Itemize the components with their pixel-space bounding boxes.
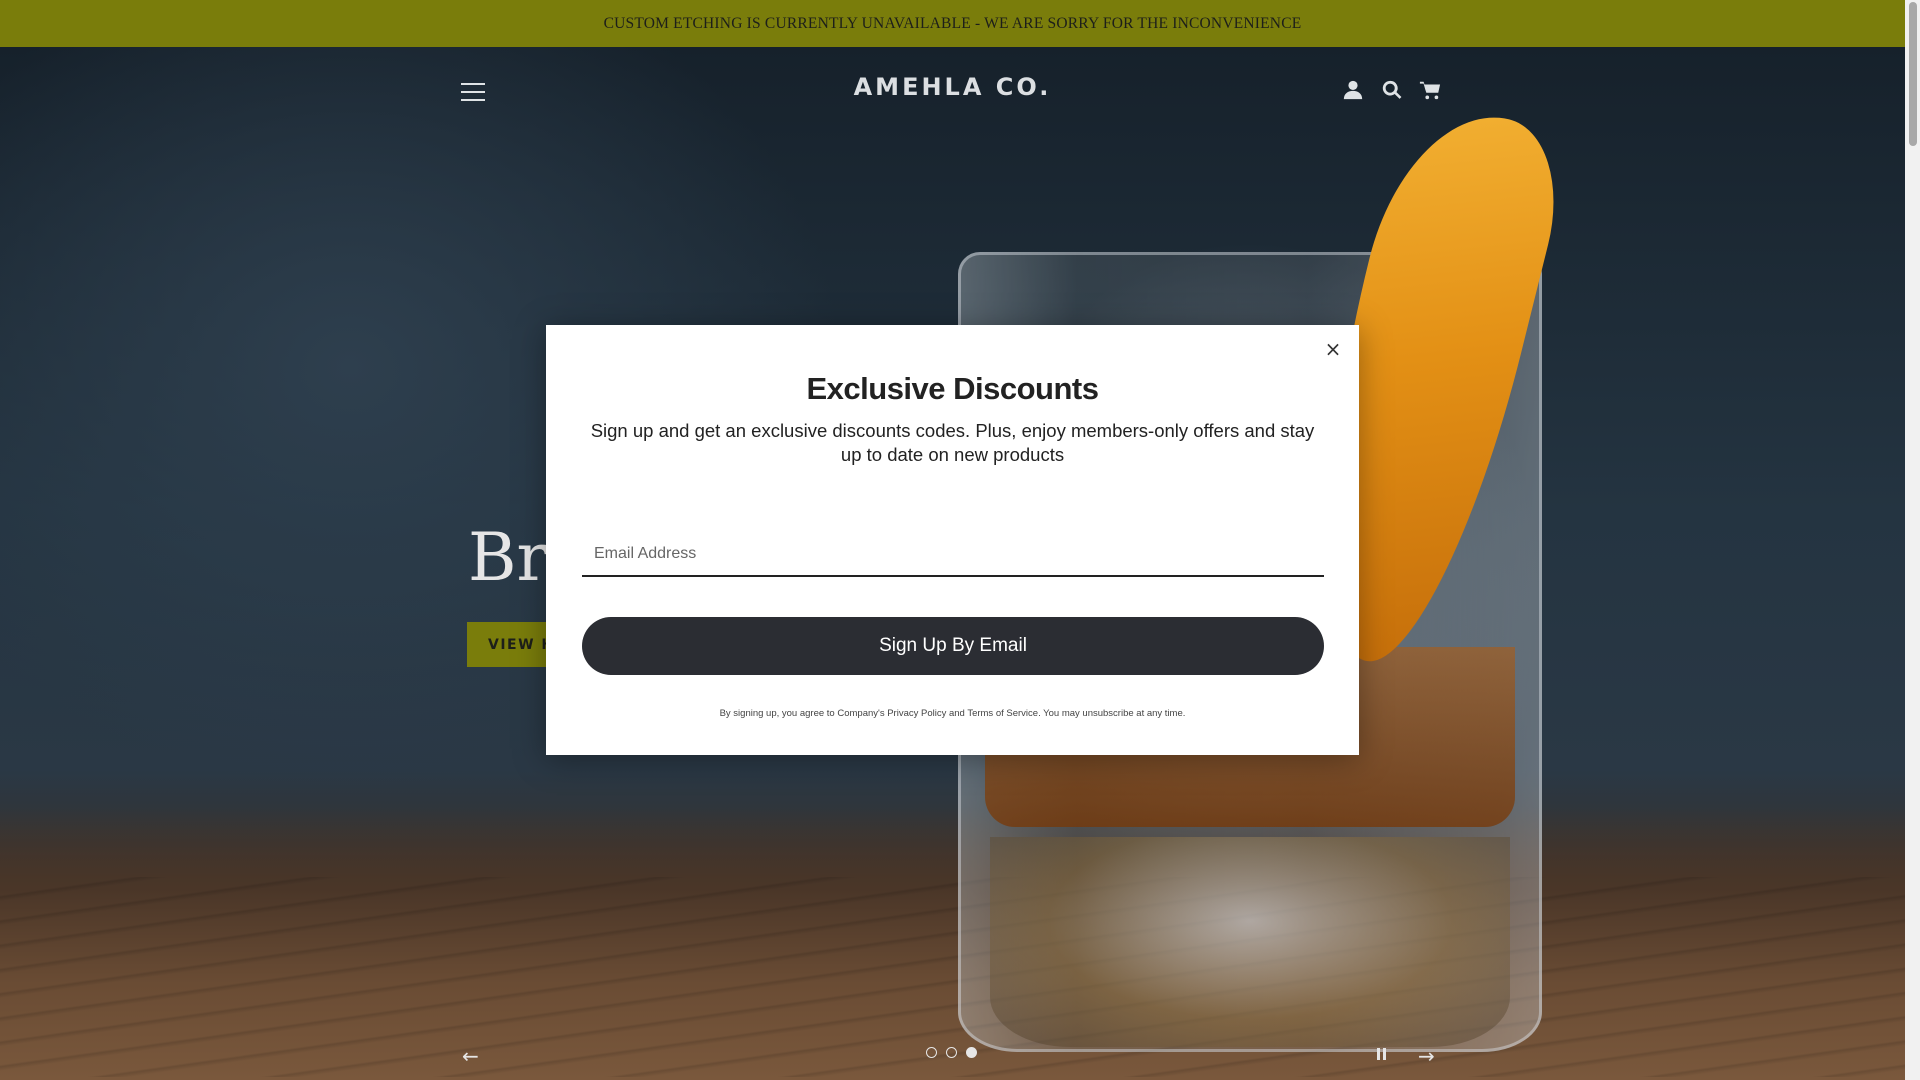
hero-image-ice: [990, 837, 1510, 1047]
popup-description: Sign up and get an exclusive discounts c…: [590, 420, 1315, 465]
next-slide-button[interactable]: →: [1418, 1044, 1435, 1068]
site-logo[interactable]: AMEHLA CO.: [0, 73, 1905, 101]
scrollbar-thumb[interactable]: [1909, 2, 1917, 146]
legal-prefix: By signing up, you agree to Company's: [719, 708, 885, 719]
close-icon[interactable]: ×: [1321, 337, 1345, 361]
popup-legal-text: By signing up, you agree to Company's Pr…: [546, 708, 1359, 719]
site-logo-text[interactable]: AMEHLA CO.: [854, 73, 1052, 101]
slide-dot-2[interactable]: [946, 1047, 957, 1058]
signup-popup: × Exclusive Discounts Sign up and get an…: [546, 325, 1359, 755]
slide-dot-1[interactable]: [926, 1047, 937, 1058]
legal-and: and: [948, 708, 965, 719]
cart-icon[interactable]: [1419, 79, 1441, 101]
legal-suffix: . You may unsubscribe at any time.: [1038, 708, 1186, 719]
announcement-bar: CUSTOM ETCHING IS CURRENTLY UNAVAILABLE …: [0, 0, 1905, 47]
terms-of-service-link[interactable]: Terms of Service: [967, 708, 1038, 719]
sign-up-button[interactable]: Sign Up By Email: [582, 617, 1324, 675]
slideshow-controls: ← →: [0, 1040, 1905, 1070]
search-icon[interactable]: [1381, 79, 1403, 101]
slide-dot-3[interactable]: [966, 1047, 977, 1058]
previous-slide-button[interactable]: ←: [462, 1044, 479, 1068]
announcement-text: CUSTOM ETCHING IS CURRENTLY UNAVAILABLE …: [603, 14, 1302, 32]
popup-title: Exclusive Discounts: [806, 371, 1099, 406]
account-icon[interactable]: [1342, 79, 1364, 101]
privacy-policy-link[interactable]: Privacy Policy: [887, 708, 946, 719]
email-input[interactable]: [582, 532, 1324, 577]
site-header: AMEHLA CO.: [0, 47, 1905, 135]
page-scrollbar[interactable]: [1905, 0, 1920, 1080]
pause-slideshow-button[interactable]: [1376, 1048, 1388, 1060]
